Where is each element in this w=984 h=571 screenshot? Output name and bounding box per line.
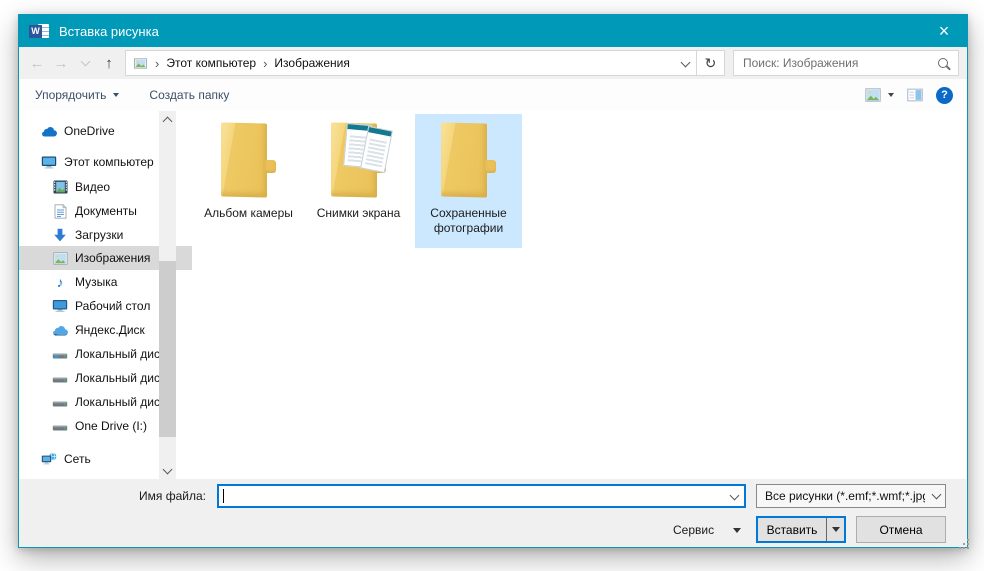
breadcrumb-this-pc[interactable]: Этот компьютер xyxy=(166,56,256,70)
back-icon: ← xyxy=(30,55,45,72)
file-name-dropdown-button[interactable] xyxy=(724,494,744,499)
folder-tile-camera-album[interactable]: Альбом камеры xyxy=(195,114,302,248)
insert-split-button: Вставить xyxy=(756,516,846,543)
search-input[interactable] xyxy=(741,55,938,71)
word-app-icon: W xyxy=(29,23,50,40)
cancel-button[interactable]: Отмена xyxy=(856,516,946,543)
sidebar-item-onedrive[interactable]: OneDrive xyxy=(19,119,181,143)
chevron-down-icon xyxy=(733,528,741,533)
recent-locations-button[interactable] xyxy=(73,50,97,76)
sidebar-scrollbar[interactable] xyxy=(159,111,176,479)
chevron-down-icon xyxy=(80,57,90,67)
video-icon xyxy=(52,179,68,195)
organize-button[interactable]: Упорядочить xyxy=(35,88,119,102)
scroll-down-button[interactable] xyxy=(159,462,176,479)
command-bar: Упорядочить Создать папку ? xyxy=(19,79,967,112)
breadcrumb: › Этот компьютер › Изображения xyxy=(125,50,697,76)
chevron-down-icon xyxy=(832,527,840,532)
search-icon xyxy=(938,58,948,68)
close-button[interactable]: × xyxy=(921,15,967,47)
titlebar: W Вставка рисунка × xyxy=(19,15,967,47)
breadcrumb-pictures[interactable]: Изображения xyxy=(274,56,349,70)
thumbnail-view-icon xyxy=(865,87,881,103)
computer-icon xyxy=(41,154,57,170)
help-button[interactable]: ? xyxy=(936,87,953,104)
search-box xyxy=(733,50,959,76)
insert-dropdown-button[interactable] xyxy=(826,518,844,541)
up-icon: ↑ xyxy=(105,55,113,72)
chevron-down-icon xyxy=(680,57,690,67)
back-button[interactable]: ← xyxy=(25,50,49,76)
text-caret xyxy=(223,489,224,503)
chevron-down-icon xyxy=(932,490,942,500)
file-name-combobox xyxy=(217,484,746,508)
chevron-down-icon xyxy=(113,93,119,97)
help-icon: ? xyxy=(941,89,948,101)
up-button[interactable]: ↑ xyxy=(97,50,121,76)
pictures-icon xyxy=(132,55,148,71)
preview-pane-button[interactable] xyxy=(907,87,923,103)
network-icon xyxy=(41,451,57,467)
scroll-up-button[interactable] xyxy=(159,111,176,128)
file-name-input[interactable] xyxy=(219,486,724,506)
disk-windows-icon xyxy=(52,346,68,362)
folder-tile-screenshots[interactable]: Снимки экрана xyxy=(305,114,412,248)
chevron-down-icon xyxy=(729,490,739,500)
sidebar-item-network[interactable]: Сеть xyxy=(19,447,181,471)
breadcrumb-separator: › xyxy=(263,56,267,71)
insert-picture-dialog: W Вставка рисунка × ← → ↑ › Этот компьют… xyxy=(18,14,968,548)
document-icon xyxy=(52,203,68,219)
folder-tile-saved-photos[interactable]: Сохраненные фотографии xyxy=(415,114,522,248)
views-button[interactable] xyxy=(865,87,894,103)
folder-icon xyxy=(431,120,507,202)
forward-icon: → xyxy=(54,55,69,72)
main-area: OneDrive Этот компьютер Видео Документы … xyxy=(19,111,967,479)
chevron-down-icon xyxy=(163,464,173,474)
dialog-footer: Имя файла: Все рисунки (*.emf;*.wmf;*.jp… xyxy=(19,479,967,547)
address-dropdown-button[interactable] xyxy=(674,51,696,75)
music-note-icon: ♪ xyxy=(52,274,68,290)
file-list: Альбом камеры Снимки экрана Сохраненные … xyxy=(195,114,522,248)
refresh-button[interactable]: ↻ xyxy=(697,50,725,76)
desktop-icon xyxy=(52,298,68,314)
chevron-down-icon xyxy=(888,93,894,97)
scrollbar-thumb[interactable] xyxy=(159,261,176,437)
disk-icon xyxy=(52,394,68,410)
breadcrumb-separator: › xyxy=(155,56,159,71)
file-name-label: Имя файла: xyxy=(139,489,206,503)
disk-icon xyxy=(52,370,68,386)
new-folder-button[interactable]: Создать папку xyxy=(149,88,229,102)
cloud-icon xyxy=(41,123,57,139)
tools-button[interactable]: Сервис xyxy=(667,518,747,542)
disk-icon xyxy=(52,418,68,434)
file-type-select[interactable]: Все рисунки (*.emf;*.wmf;*.jpg xyxy=(756,484,946,508)
chevron-up-icon xyxy=(163,116,173,126)
insert-button[interactable]: Вставить xyxy=(758,518,826,541)
address-bar: ← → ↑ › Этот компьютер › Изображения ↻ xyxy=(19,47,967,79)
resize-grip[interactable] xyxy=(959,539,961,541)
folder-icon xyxy=(211,120,287,202)
pictures-icon xyxy=(52,250,68,266)
yandex-cloud-icon xyxy=(52,322,68,338)
download-arrow-icon xyxy=(52,227,68,243)
folder-icon-with-preview xyxy=(321,120,397,202)
window-title: Вставка рисунка xyxy=(59,24,159,39)
refresh-icon: ↻ xyxy=(705,55,717,72)
sidebar-item-this-pc[interactable]: Этот компьютер xyxy=(19,150,181,174)
close-icon: × xyxy=(939,21,950,42)
forward-button[interactable]: → xyxy=(49,50,73,76)
